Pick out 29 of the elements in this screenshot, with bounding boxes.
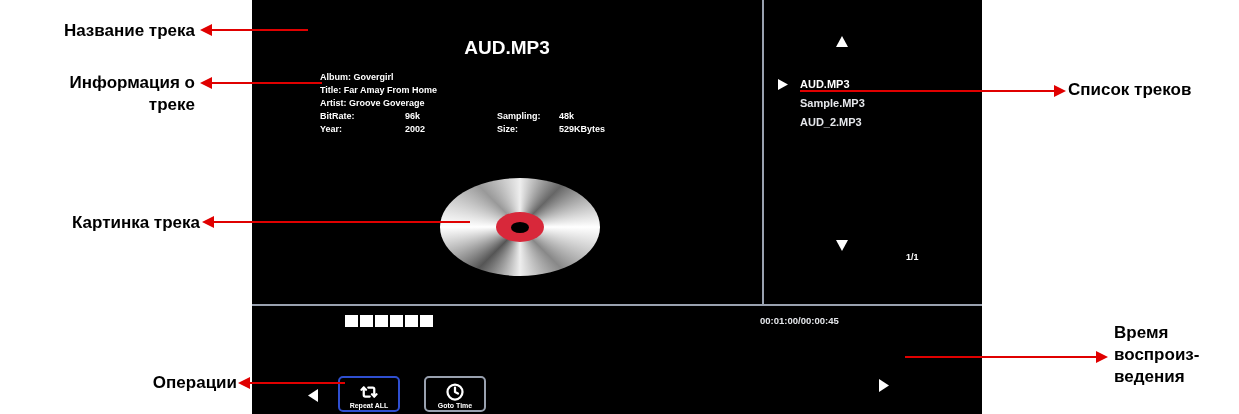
annotation-label: Список треков — [1068, 79, 1192, 101]
page-counter: 1/1 — [906, 251, 920, 264]
info-value: 48k — [559, 110, 576, 123]
info-label: BitRate: — [320, 110, 356, 123]
info-line: Album: Govergirl — [320, 71, 395, 84]
scroll-down-icon[interactable] — [836, 240, 848, 251]
info-value: 2002 — [405, 123, 427, 136]
info-value: 529KBytes — [559, 123, 606, 136]
next-icon[interactable] — [879, 379, 889, 392]
annotation-label: Информация о треке — [69, 72, 195, 116]
previous-icon[interactable] — [308, 389, 318, 402]
info-label: Sampling: — [497, 110, 542, 123]
annotation-label: Время воспроиз- ведения — [1114, 322, 1200, 388]
clock-icon — [446, 383, 464, 401]
info-line: Artist: Groove Goverage — [320, 97, 426, 110]
track-title: AUD.MP3 — [464, 38, 550, 57]
scroll-up-icon[interactable] — [836, 36, 848, 47]
annotation-label: Название трека — [63, 20, 195, 42]
info-label: Year: — [320, 123, 344, 136]
info-label: Size: — [497, 123, 519, 136]
track-list-item[interactable]: AUD_2.MP3 — [800, 115, 862, 130]
info-line: Title: Far Amay From Home — [320, 84, 439, 97]
track-list-item[interactable]: Sample.MP3 — [800, 96, 865, 111]
repeat-icon — [360, 383, 378, 401]
annotation-label: Операции — [152, 372, 237, 394]
annotation-label: Картинка трека — [71, 212, 200, 234]
track-list-item[interactable]: AUD.MP3 — [800, 77, 850, 92]
playback-time: 00:01:00/00:00:45 — [760, 314, 839, 328]
info-value: 96k — [405, 110, 422, 123]
